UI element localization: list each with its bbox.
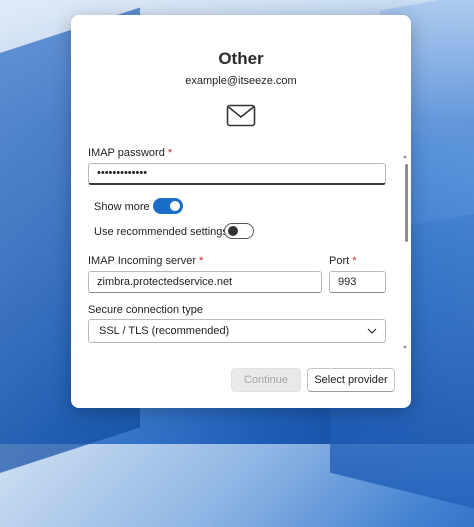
account-setup-dialog: Other example@itseeze.com IMAP password *… (71, 15, 411, 408)
secure-connection-label: Secure connection type (88, 304, 203, 316)
server-field[interactable]: zimbra.protectedservice.net (88, 271, 322, 293)
password-required-mark: * (167, 147, 173, 159)
password-label: IMAP password * (88, 147, 172, 159)
continue-button[interactable]: Continue (231, 368, 301, 392)
use-recommended-label: Use recommended settings (94, 226, 228, 238)
server-label-text: IMAP Incoming server (88, 255, 197, 267)
secure-connection-value: SSL / TLS (recommended) (99, 325, 230, 337)
password-label-text: IMAP password (88, 147, 165, 159)
port-label-text: Port (329, 255, 350, 267)
scroll-down-arrow-icon[interactable] (403, 346, 407, 349)
scrollbar-thumb[interactable] (405, 164, 408, 242)
dialog-title: Other (218, 49, 264, 68)
chevron-down-icon (367, 328, 377, 334)
mail-icon (226, 104, 256, 127)
scroll-up-arrow-icon[interactable] (403, 155, 407, 158)
server-label: IMAP Incoming server * (88, 255, 203, 267)
port-field[interactable]: 993 (329, 271, 386, 293)
server-required-mark: * (199, 255, 204, 267)
show-more-toggle[interactable] (153, 198, 183, 214)
account-email: example@itseeze.com (185, 75, 297, 87)
show-more-label: Show more (94, 201, 150, 213)
select-provider-button[interactable]: Select provider (307, 368, 395, 392)
password-field[interactable]: ••••••••••••• (88, 163, 386, 185)
toggle-knob (170, 201, 180, 211)
use-recommended-toggle[interactable] (224, 223, 254, 239)
port-required-mark: * (352, 255, 357, 267)
secure-connection-select[interactable]: SSL / TLS (recommended) (88, 319, 386, 343)
toggle-knob (228, 226, 238, 236)
port-label: Port * (329, 255, 356, 267)
